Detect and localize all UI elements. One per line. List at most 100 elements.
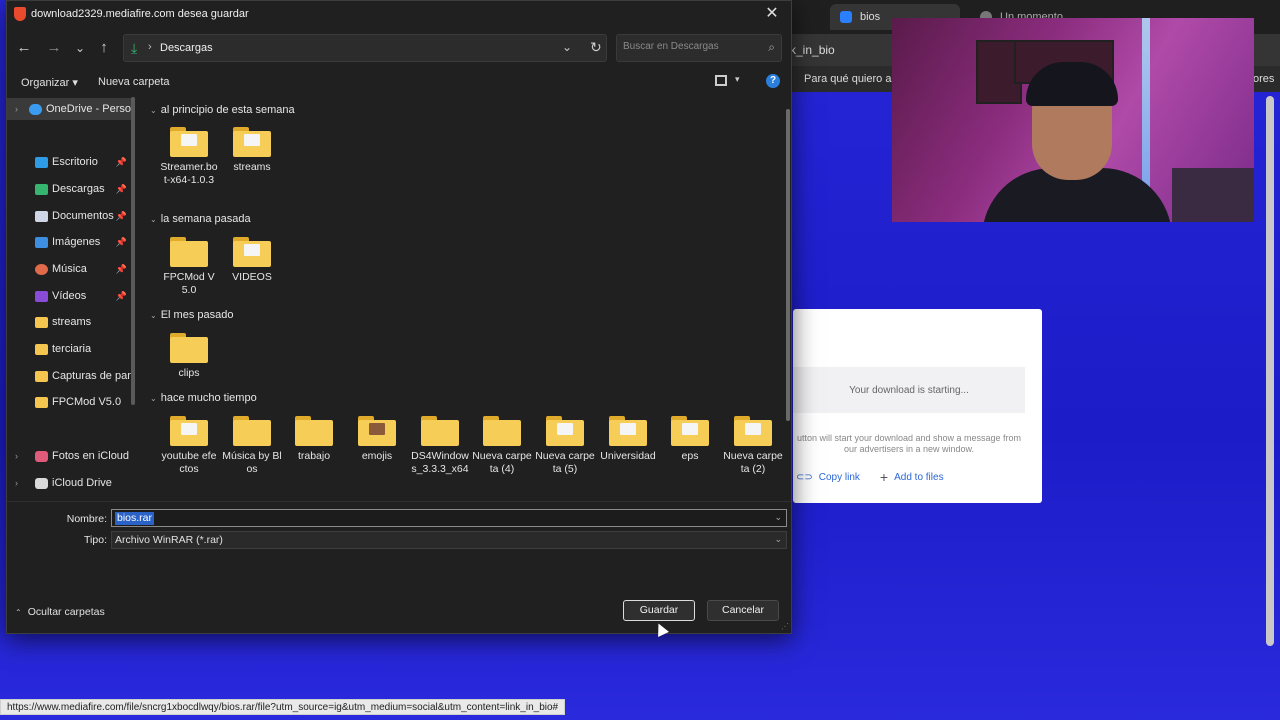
pin-icon: 📌 bbox=[115, 156, 127, 167]
collapse-chevron-icon[interactable]: ⌄ bbox=[150, 311, 157, 320]
folder-icon bbox=[233, 127, 271, 157]
folder-label: trabajo bbox=[297, 450, 331, 462]
save-button[interactable]: Guardar bbox=[623, 600, 695, 621]
recent-locations-chevron-icon[interactable]: ⌄ bbox=[69, 37, 91, 59]
folder-tile[interactable]: clips bbox=[159, 333, 219, 380]
folder-tile[interactable]: FPCMod V5.0 bbox=[159, 237, 219, 297]
address-dropdown-icon[interactable]: ⌄ bbox=[562, 40, 572, 54]
group-header[interactable]: ⌄ hace mucho tiempo bbox=[150, 392, 257, 404]
folder-tile[interactable]: VIDEOS bbox=[222, 237, 282, 284]
download-message-line: utton will start your download and show … bbox=[796, 433, 1022, 443]
download-message-line: our advertisers in a new window. bbox=[843, 444, 975, 454]
chevron-down-icon[interactable]: ⌄ bbox=[774, 534, 782, 545]
close-icon[interactable]: ✕ bbox=[759, 3, 785, 25]
nav-item-icloud-drive[interactable]: › iCloud Drive bbox=[7, 472, 131, 494]
address-bar[interactable]: ⤓ › Descargas ⌄ ↻ bbox=[123, 34, 607, 62]
page-scrollbar[interactable] bbox=[1266, 96, 1274, 646]
chevron-down-icon[interactable]: ⌄ bbox=[774, 512, 782, 523]
nav-item-escritorio[interactable]: Escritorio 📌 bbox=[7, 151, 131, 173]
folder-icon bbox=[170, 127, 208, 157]
collapse-chevron-icon[interactable]: ⌄ bbox=[150, 106, 157, 115]
nav-item-musica[interactable]: Música 📌 bbox=[7, 258, 131, 280]
folder-tile[interactable]: streams bbox=[222, 127, 282, 174]
folder-tile[interactable]: Nueva carpeta (5) bbox=[535, 416, 595, 476]
folder-icon bbox=[35, 370, 48, 382]
cancel-button[interactable]: Cancelar bbox=[707, 600, 779, 621]
refresh-icon[interactable]: ↻ bbox=[590, 39, 602, 56]
collapse-chevron-icon[interactable]: ⌄ bbox=[150, 394, 157, 403]
onedrive-cloud-icon bbox=[29, 103, 42, 115]
nav-item-streams[interactable]: streams bbox=[7, 311, 131, 333]
add-to-files-button[interactable]: + Add to files bbox=[880, 469, 944, 485]
dialog-titlebar[interactable]: download2329.mediafire.com desea guardar… bbox=[7, 1, 791, 27]
folder-icon bbox=[671, 416, 709, 446]
pictures-icon bbox=[35, 236, 48, 248]
folder-tile[interactable]: eps bbox=[660, 416, 720, 463]
folder-icon bbox=[35, 343, 48, 355]
breadcrumb-location[interactable]: Descargas bbox=[160, 42, 213, 54]
up-arrow-icon[interactable]: ↑ bbox=[93, 37, 115, 59]
folder-tile[interactable]: Nueva carpeta (2) bbox=[723, 416, 783, 476]
nav-item-icloud-photos[interactable]: › Fotos en iCloud bbox=[7, 445, 131, 467]
download-status: Your download is starting... bbox=[793, 367, 1025, 413]
new-folder-button[interactable]: Nueva carpeta bbox=[98, 76, 170, 88]
bookmark-item[interactable]: Para qué quiero asp bbox=[804, 73, 903, 85]
group-header[interactable]: ⌄ la semana pasada bbox=[150, 213, 251, 225]
download-card: Your download is starting... utton will … bbox=[793, 309, 1042, 503]
back-arrow-icon[interactable]: ← bbox=[13, 37, 35, 59]
group-header[interactable]: ⌄ El mes pasado bbox=[150, 309, 233, 321]
folder-label: Nueva carpeta (5) bbox=[535, 450, 595, 475]
view-options-icon[interactable] bbox=[715, 75, 727, 86]
navigation-pane: › OneDrive - Perso Escritorio 📌 Descarga… bbox=[7, 97, 137, 499]
brave-shield-icon bbox=[14, 7, 26, 21]
folder-tile[interactable]: Streamer.bot-x64-1.0.3 bbox=[159, 127, 219, 187]
bookmark-item[interactable]: ores bbox=[1253, 73, 1274, 85]
folder-icon bbox=[170, 237, 208, 267]
nav-item-imagenes[interactable]: Imágenes 📌 bbox=[7, 231, 131, 253]
folder-icon bbox=[483, 416, 521, 446]
folder-tile[interactable]: Nueva carpeta (4) bbox=[472, 416, 532, 476]
collapse-chevron-icon[interactable]: ⌄ bbox=[150, 215, 157, 224]
nav-item-terciaria[interactable]: terciaria bbox=[7, 338, 131, 360]
file-list-scrollbar[interactable] bbox=[786, 109, 790, 421]
search-icon[interactable]: ⌕ bbox=[768, 40, 775, 55]
desktop-icon bbox=[35, 156, 48, 168]
nav-item-label: terciaria bbox=[52, 343, 92, 355]
folder-icon bbox=[421, 416, 459, 446]
filename-input-value[interactable]: bios.rar bbox=[115, 512, 155, 525]
forward-arrow-icon[interactable]: → bbox=[43, 37, 65, 59]
folder-icon bbox=[170, 333, 208, 363]
breadcrumb-chevron-icon[interactable]: › bbox=[148, 41, 152, 53]
copy-link-button[interactable]: ⊂⊃ Copy link bbox=[796, 469, 860, 485]
help-icon[interactable]: ? bbox=[766, 74, 780, 88]
folder-tile[interactable]: Música by Blos bbox=[222, 416, 282, 476]
nav-item-fpcmod[interactable]: FPCMod V5.0 bbox=[7, 391, 131, 413]
search-input[interactable] bbox=[623, 41, 759, 52]
navpane-scrollbar[interactable] bbox=[131, 97, 135, 405]
folder-label: youtube efectos bbox=[161, 450, 217, 475]
expand-chevron-icon[interactable]: › bbox=[15, 104, 29, 114]
nav-item-onedrive[interactable]: › OneDrive - Perso bbox=[7, 98, 131, 120]
filetype-select[interactable]: Archivo WinRAR (*.rar) ⌄ bbox=[111, 531, 787, 549]
organize-button[interactable]: Organizar ▾ bbox=[21, 76, 78, 89]
view-dropdown-icon[interactable]: ▾ bbox=[735, 74, 740, 85]
folder-label: FPCMod V5.0 bbox=[163, 271, 215, 296]
folder-tile[interactable]: emojis bbox=[347, 416, 407, 463]
folder-tile[interactable]: youtube efectos bbox=[159, 416, 219, 476]
file-list: ⌄ al principio de esta semana Streamer.bo… bbox=[144, 97, 792, 501]
filename-field[interactable]: bios.rar ⌄ bbox=[111, 509, 787, 527]
hide-folders-toggle[interactable]: ⌃ Ocultar carpetas bbox=[15, 606, 105, 618]
nav-item-documentos[interactable]: Documentos 📌 bbox=[7, 205, 131, 227]
nav-item-capturas[interactable]: Capturas de pan bbox=[7, 365, 131, 387]
folder-icon bbox=[358, 416, 396, 446]
folder-tile[interactable]: trabajo bbox=[284, 416, 344, 463]
nav-item-descargas[interactable]: Descargas 📌 bbox=[7, 178, 131, 200]
folder-tile[interactable]: DS4Windows_3.3.3_x64 bbox=[410, 416, 470, 476]
folder-tile[interactable]: Universidad bbox=[598, 416, 658, 463]
expand-chevron-icon[interactable]: › bbox=[15, 451, 29, 461]
search-box[interactable]: ⌕ bbox=[616, 34, 782, 62]
group-header[interactable]: ⌄ al principio de esta semana bbox=[150, 104, 295, 116]
resize-grip-icon[interactable]: ⋰ bbox=[781, 622, 789, 631]
nav-item-videos[interactable]: Vídeos 📌 bbox=[7, 285, 131, 307]
expand-chevron-icon[interactable]: › bbox=[15, 478, 29, 488]
